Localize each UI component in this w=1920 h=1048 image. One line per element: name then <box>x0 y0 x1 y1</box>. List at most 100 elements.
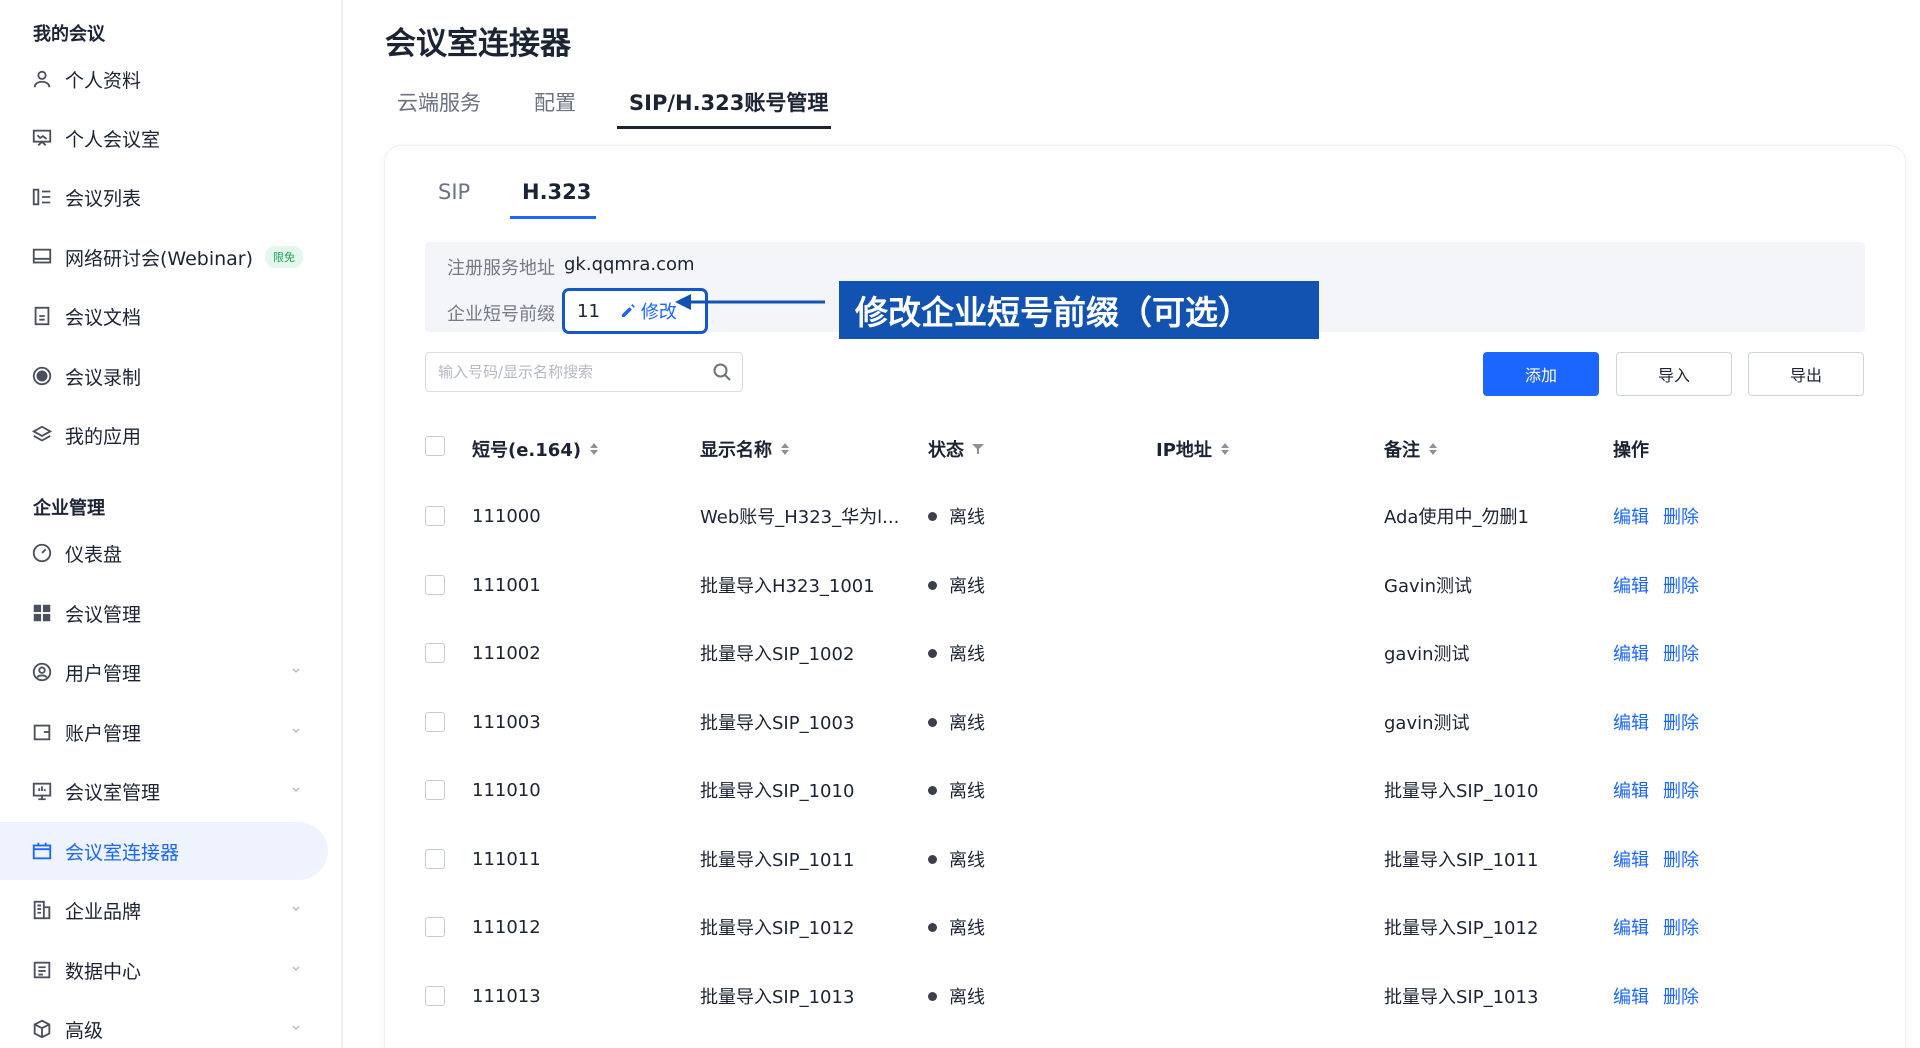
column-header-display-name[interactable]: 显示名称 <box>700 436 790 462</box>
sidebar-item-webinar[interactable]: 网络研讨会(Webinar) 限免 <box>0 228 328 286</box>
chevron-down-icon[interactable] <box>290 902 302 914</box>
tab-config[interactable]: 配置 <box>534 87 576 117</box>
row-checkbox[interactable] <box>425 712 445 732</box>
sidebar-item-personal-room[interactable]: 个人会议室 <box>0 109 328 167</box>
row-checkbox[interactable] <box>425 506 445 526</box>
sidebar-item-data-center[interactable]: 数据中心 <box>0 941 328 999</box>
edit-link[interactable]: 编辑 <box>1613 640 1649 666</box>
sidebar-item-label: 高级 <box>65 1019 104 1042</box>
sort-icon[interactable] <box>780 442 790 456</box>
export-button[interactable]: 导出 <box>1748 352 1864 396</box>
delete-link[interactable]: 删除 <box>1663 572 1699 598</box>
status-dot-icon <box>928 511 937 521</box>
delete-link[interactable]: 删除 <box>1663 503 1699 529</box>
cell-actions: 编辑 删除 <box>1613 619 1699 687</box>
edit-link[interactable]: 编辑 <box>1613 709 1649 735</box>
cell-number: 111012 <box>472 916 541 938</box>
row-checkbox[interactable] <box>425 917 445 937</box>
sidebar-item-dashboard[interactable]: 仪表盘 <box>0 524 328 582</box>
prefix-label: 企业短号前缀 <box>447 304 555 325</box>
filter-icon[interactable] <box>972 443 984 455</box>
column-header-ip[interactable]: IP地址 <box>1156 436 1230 462</box>
subtab-sip[interactable]: SIP <box>438 180 470 204</box>
sidebar-item-account-management[interactable]: 账户管理 <box>0 703 328 761</box>
cell-remark: 批量导入SIP_1012 <box>1384 918 1539 939</box>
cell-display-name: 批量导入SIP_1010 <box>700 781 855 802</box>
sort-icon[interactable] <box>1220 442 1230 456</box>
sidebar-item-documents[interactable]: 会议文档 <box>0 287 328 345</box>
edit-prefix-button[interactable]: 修改 <box>620 298 677 324</box>
chevron-down-icon[interactable] <box>290 783 302 795</box>
delete-link[interactable]: 删除 <box>1663 914 1699 940</box>
sidebar-item-meeting-list[interactable]: 会议列表 <box>0 168 328 226</box>
sidebar-item-label: 用户管理 <box>65 662 142 685</box>
sidebar-item-advanced[interactable]: 高级 <box>0 1000 328 1048</box>
dashboard-icon <box>31 542 53 564</box>
sidebar: 我的会议 个人资料 个人会议室 会议列表 网络研讨会(Webinar) 限免 会… <box>0 0 343 1048</box>
server-address-value: gk.qqmra.com <box>564 254 695 275</box>
search-icon[interactable] <box>712 362 732 382</box>
monitor-icon <box>31 246 53 268</box>
edit-link[interactable]: 编辑 <box>1613 503 1649 529</box>
search-input[interactable] <box>438 361 698 383</box>
sidebar-item-profile[interactable]: 个人资料 <box>0 50 328 108</box>
edit-link[interactable]: 编辑 <box>1613 983 1649 1009</box>
subtab-h323[interactable]: H.323 <box>522 180 591 204</box>
column-header-status[interactable]: 状态 <box>928 436 984 462</box>
sidebar-item-label: 账户管理 <box>65 722 142 745</box>
sidebar-item-label: 会议文档 <box>65 306 142 329</box>
sort-icon[interactable] <box>589 442 599 456</box>
chevron-down-icon[interactable] <box>290 664 302 676</box>
status-text: 离线 <box>949 644 985 665</box>
sort-icon[interactable] <box>1428 442 1438 456</box>
sidebar-item-recording[interactable]: 会议录制 <box>0 347 328 405</box>
import-button[interactable]: 导入 <box>1616 352 1732 396</box>
delete-link[interactable]: 删除 <box>1663 709 1699 735</box>
status-text: 离线 <box>949 850 985 871</box>
grid-icon <box>31 602 53 624</box>
select-all-checkbox[interactable] <box>425 436 445 456</box>
status-dot-icon <box>928 580 937 590</box>
sidebar-item-room-connector[interactable]: 会议室连接器 <box>0 822 328 880</box>
row-checkbox[interactable] <box>425 849 445 869</box>
row-checkbox[interactable] <box>425 780 445 800</box>
row-checkbox[interactable] <box>425 643 445 663</box>
edit-link[interactable]: 编辑 <box>1613 846 1649 872</box>
delete-link[interactable]: 删除 <box>1663 983 1699 1009</box>
cell-remark: gavin测试 <box>1384 644 1470 665</box>
delete-link[interactable]: 删除 <box>1663 640 1699 666</box>
wallet-icon <box>31 721 53 743</box>
column-header-number[interactable]: 短号(e.164) <box>472 436 599 462</box>
column-header-label: 状态 <box>928 440 964 461</box>
column-header-remark[interactable]: 备注 <box>1384 436 1438 462</box>
sidebar-item-enterprise-brand[interactable]: 企业品牌 <box>0 881 328 939</box>
delete-link[interactable]: 删除 <box>1663 777 1699 803</box>
delete-link[interactable]: 删除 <box>1663 846 1699 872</box>
cell-status: 离线 <box>928 825 985 893</box>
chevron-down-icon[interactable] <box>290 1021 302 1033</box>
server-address-label: 注册服务地址 <box>447 258 555 279</box>
cell-number: 111002 <box>472 642 541 664</box>
cell-status: 离线 <box>928 482 985 550</box>
chevron-down-icon[interactable] <box>290 724 302 736</box>
sidebar-item-meeting-management[interactable]: 会议管理 <box>0 584 328 642</box>
cell-display-name: 批量导入SIP_1002 <box>700 644 855 665</box>
search-box[interactable] <box>425 352 743 392</box>
cell-number: 111010 <box>472 779 541 801</box>
edit-link[interactable]: 编辑 <box>1613 777 1649 803</box>
sidebar-item-my-apps[interactable]: 我的应用 <box>0 406 328 464</box>
edit-link[interactable]: 编辑 <box>1613 572 1649 598</box>
sidebar-item-label: 网络研讨会(Webinar) <box>65 247 254 270</box>
list-icon <box>31 186 53 208</box>
row-checkbox[interactable] <box>425 575 445 595</box>
sidebar-item-label: 个人会议室 <box>65 128 161 151</box>
tab-sip-h323-accounts[interactable]: SIP/H.323账号管理 <box>629 87 828 117</box>
edit-link[interactable]: 编辑 <box>1613 914 1649 940</box>
chevron-down-icon[interactable] <box>290 962 302 974</box>
status-dot-icon <box>928 648 937 658</box>
add-button[interactable]: 添加 <box>1483 352 1599 396</box>
sidebar-item-user-management[interactable]: 用户管理 <box>0 643 328 701</box>
sidebar-item-room-management[interactable]: 会议室管理 <box>0 762 328 820</box>
row-checkbox[interactable] <box>425 986 445 1006</box>
tab-cloud-service[interactable]: 云端服务 <box>397 87 481 117</box>
